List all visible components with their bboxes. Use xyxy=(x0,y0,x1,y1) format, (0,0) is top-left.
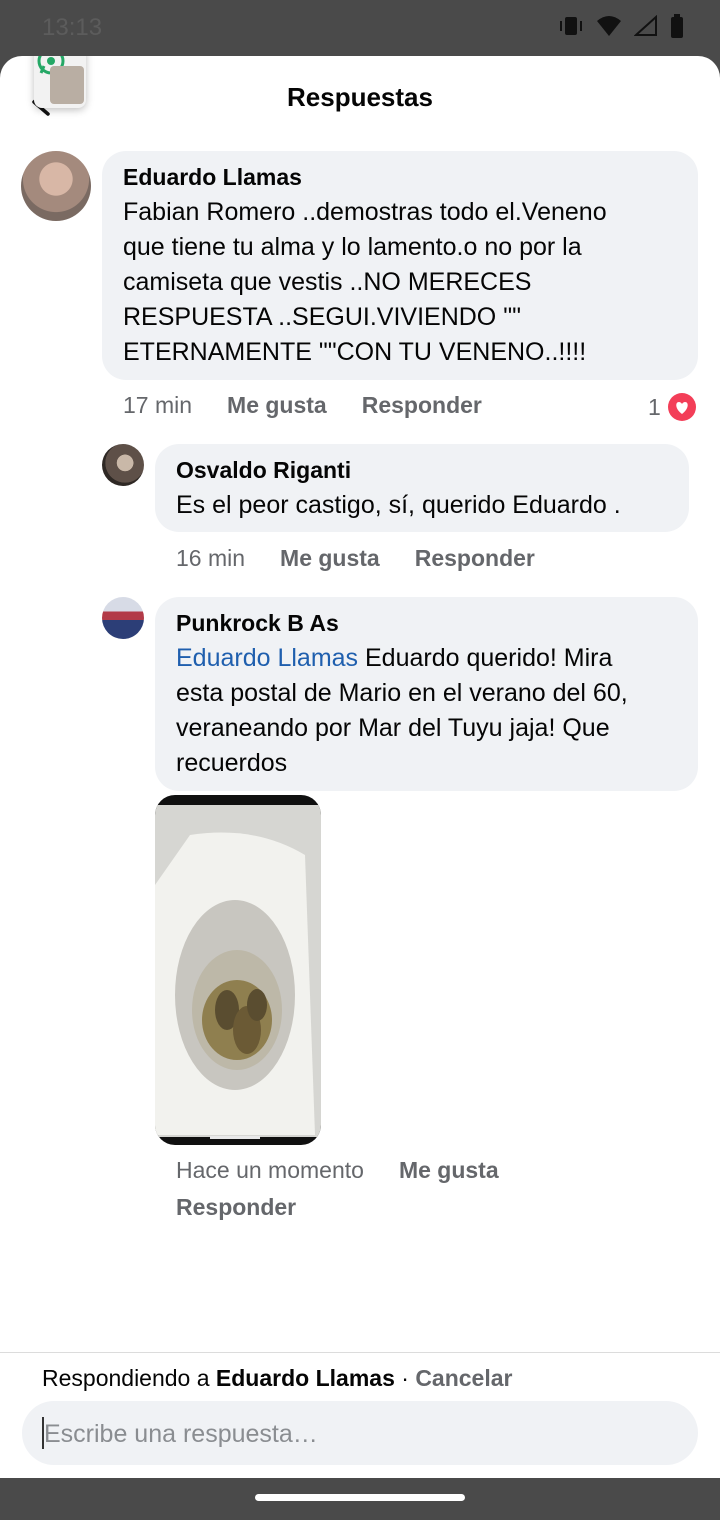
comment-line: camiseta que vestis ..NO MERECES xyxy=(123,268,532,296)
comment-line: Eduardo Llamas Eduardo querido! Mira xyxy=(176,641,628,676)
comment-author[interactable]: Osvaldo Riganti xyxy=(176,457,351,484)
wifi-icon xyxy=(597,16,621,36)
system-nav-bar xyxy=(0,1478,720,1520)
comment-actions: Hace un momento Me gusta Responder xyxy=(176,1157,596,1221)
comment-text: Eduardo Llamas Eduardo querido! Mira est… xyxy=(176,641,628,781)
comment-line: RESPUESTA ..SEGUI.VIVIENDO "" xyxy=(123,303,521,331)
replying-to-banner: Respondiendo a Eduardo Llamas · Cancelar xyxy=(42,1365,512,1392)
avatar[interactable] xyxy=(102,597,144,639)
comment-time: 16 min xyxy=(176,545,246,571)
comment-author[interactable]: Eduardo Llamas xyxy=(123,164,302,191)
text-caret xyxy=(42,1417,44,1449)
replies-sheet: Respuestas Eduardo Llamas Fabian Romero … xyxy=(0,56,720,1478)
status-bar: 13:13 xyxy=(0,0,720,56)
reply-button[interactable]: Responder xyxy=(176,1194,596,1221)
comment-line-rest: Eduardo querido! Mira xyxy=(358,644,613,672)
chat-head-overlay[interactable] xyxy=(34,56,86,108)
reply-input[interactable] xyxy=(42,1401,666,1467)
replying-name: Eduardo Llamas xyxy=(215,1365,395,1391)
comment-line: Es el peor castigo, sí, querido Eduardo … xyxy=(176,491,621,519)
header: Respuestas xyxy=(0,56,720,142)
chat-head-thumbnail xyxy=(50,66,84,104)
comment-text: Es el peor castigo, sí, querido Eduardo … xyxy=(176,488,621,523)
avatar[interactable] xyxy=(102,444,144,486)
reply-composer: Respondiendo a Eduardo Llamas · Cancelar xyxy=(0,1352,720,1478)
comment-line: recuerdos xyxy=(176,749,288,777)
reply-button[interactable]: Responder xyxy=(362,392,482,419)
comment-line: esta postal de Mario en el verano del 60… xyxy=(176,679,628,707)
mention-link[interactable]: Eduardo Llamas xyxy=(176,644,358,672)
like-button[interactable]: Me gusta xyxy=(399,1157,499,1184)
comment-text: Fabian Romero ..demostras todo el.Veneno… xyxy=(123,195,607,370)
avatar[interactable] xyxy=(21,151,91,221)
replying-prefix: Respondiendo a xyxy=(42,1365,216,1391)
battery-icon xyxy=(671,14,683,38)
comment-line: ETERNAMENTE ""CON TU VENENO..!!!! xyxy=(123,338,587,366)
reply-button[interactable]: Responder xyxy=(415,545,535,572)
reply-input-container[interactable] xyxy=(22,1401,698,1467)
cancel-button[interactable]: Cancelar xyxy=(415,1365,512,1391)
comment-time: Hace un momento xyxy=(176,1157,364,1183)
reaction-summary[interactable]: 1 xyxy=(648,392,697,422)
cell-signal-icon xyxy=(634,15,657,36)
love-reaction-icon xyxy=(667,393,696,421)
page-title: Respuestas xyxy=(287,82,433,112)
comment-author[interactable]: Punkrock B As xyxy=(176,610,339,637)
comment-photo[interactable] xyxy=(155,795,321,1145)
comment-line: Fabian Romero ..demostras todo el.Veneno xyxy=(123,198,607,226)
separator: · xyxy=(394,1365,416,1391)
status-time: 13:13 xyxy=(42,14,103,41)
reaction-count: 1 xyxy=(648,393,661,420)
status-icons xyxy=(558,14,684,38)
like-button[interactable]: Me gusta xyxy=(280,545,380,572)
comment-actions: 16 min Me gusta Responder xyxy=(176,545,535,572)
comment-time: 17 min xyxy=(123,392,193,418)
home-gesture-pill[interactable] xyxy=(255,1494,465,1501)
comment-line: veraneando por Mar del Tuyu jaja! Que xyxy=(176,714,610,742)
comment-actions: 17 min Me gusta Responder xyxy=(123,392,482,419)
vibrate-icon xyxy=(560,17,582,35)
like-button[interactable]: Me gusta xyxy=(227,392,327,419)
comment-line: que tiene tu alma y lo lamento.o no por … xyxy=(123,233,582,261)
